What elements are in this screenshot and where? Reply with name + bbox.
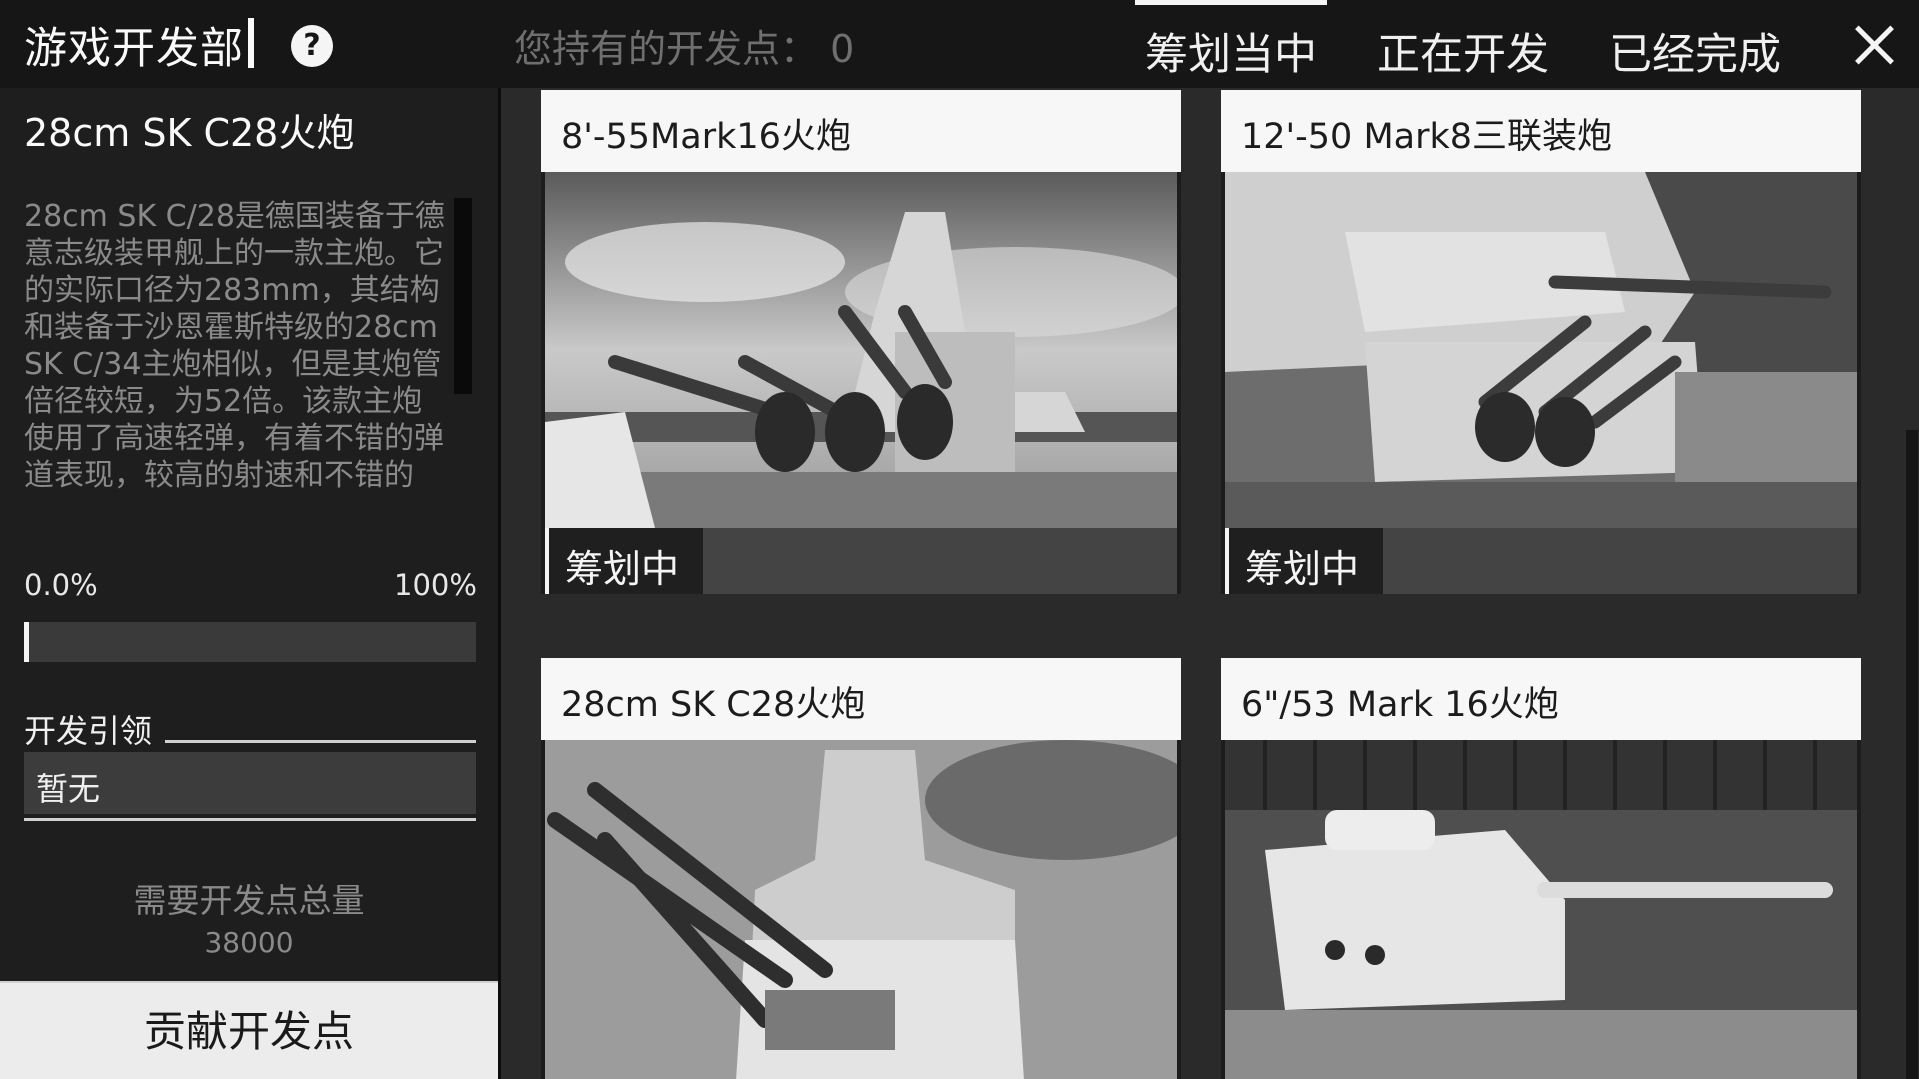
description-scrollbar[interactable] (454, 198, 472, 394)
project-card[interactable]: 6"/53 Mark 16火炮 (1221, 658, 1861, 1079)
card-footer: 筹划中 (541, 528, 1181, 594)
project-card[interactable]: 8'-55Mark16火炮 筹划中 (541, 90, 1181, 594)
lead-divider (165, 740, 476, 743)
card-image (1221, 172, 1861, 528)
progress-marker (24, 622, 29, 662)
description-scroll-area[interactable]: 28cm SK C/28是德国装备于德意志级装甲舰上的一款主炮。它的实际口径为2… (24, 198, 452, 516)
app-title: 游戏开发部 (24, 24, 244, 74)
project-card[interactable]: 12'-50 Mark8三联装炮 筹划中 (1221, 90, 1861, 594)
progress-min-label: 0.0% (24, 568, 98, 602)
item-title: 28cm SK C28火炮 (24, 111, 355, 155)
card-image (541, 740, 1181, 1079)
status-badge: 筹划中 (1225, 528, 1384, 594)
tab-planning[interactable]: 筹划当中 (1135, 0, 1327, 88)
top-bar: 游戏开发部 ? 您持有的开发点： 0 筹划当中 正在开发 已经完成 (0, 0, 1919, 88)
tab-bar: 筹划当中 正在开发 已经完成 (1135, 0, 1841, 88)
title-divider (248, 18, 254, 68)
card-title: 28cm SK C28火炮 (541, 658, 1181, 740)
item-description: 28cm SK C/28是德国装备于德意志级装甲舰上的一款主炮。它的实际口径为2… (24, 199, 445, 493)
grid-scrollbar[interactable] (1906, 430, 1918, 1079)
tab-developing[interactable]: 正在开发 (1377, 0, 1549, 88)
status-badge: 筹划中 (545, 528, 704, 594)
dev-points-readout: 您持有的开发点： 0 (514, 27, 855, 71)
card-title: 8'-55Mark16火炮 (541, 90, 1181, 172)
lead-underline (24, 818, 476, 821)
card-title: 12'-50 Mark8三联装炮 (1221, 90, 1861, 172)
required-points-value: 38000 (204, 926, 294, 959)
card-image (1221, 740, 1861, 1079)
project-grid: 8'-55Mark16火炮 筹划中 12'-50 Mark8三联装炮 筹划中 2… (498, 88, 1919, 1079)
lead-value: 暂无 (24, 752, 476, 814)
tab-completed[interactable]: 已经完成 (1609, 0, 1781, 88)
close-icon[interactable] (1852, 22, 1896, 66)
card-title: 6"/53 Mark 16火炮 (1221, 658, 1861, 740)
progress-bar (24, 622, 476, 662)
project-card[interactable]: 28cm SK C28火炮 (541, 658, 1181, 1079)
card-image (541, 172, 1181, 528)
contribute-button[interactable]: 贡献开发点 (0, 981, 498, 1079)
detail-panel: 28cm SK C28火炮 28cm SK C/28是德国装备于德意志级装甲舰上… (0, 88, 498, 1079)
required-points-label: 需要开发点总量 (133, 881, 365, 920)
card-footer: 筹划中 (1221, 528, 1861, 594)
question-circle-icon[interactable]: ? (291, 25, 333, 67)
progress-max-label: 100% (394, 568, 477, 602)
lead-label: 开发引领 (24, 712, 153, 750)
